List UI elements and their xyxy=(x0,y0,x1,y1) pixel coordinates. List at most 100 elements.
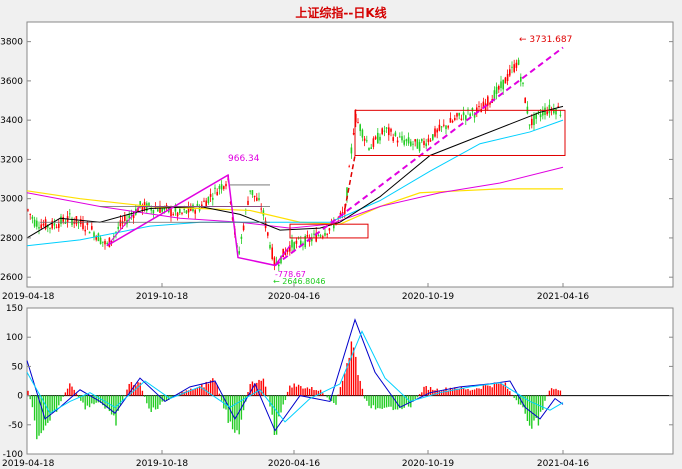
candle-body xyxy=(267,232,269,236)
candle-body xyxy=(174,208,177,212)
candle-body xyxy=(511,66,513,68)
candle-body xyxy=(60,216,62,224)
candle-body xyxy=(414,139,416,142)
candle-body xyxy=(29,213,31,215)
y-tick-label: -50 xyxy=(8,421,23,431)
candle-body xyxy=(350,147,353,154)
candle-body xyxy=(427,138,430,143)
chart-canvas: ← 3731.687966.34-778.67← 2646.8046 26002… xyxy=(0,21,674,469)
candle-body xyxy=(62,216,64,222)
candle-body xyxy=(249,190,251,192)
candle-body xyxy=(363,138,366,141)
candle-body xyxy=(324,232,326,236)
candle-body xyxy=(119,220,122,227)
candle-body xyxy=(212,197,214,200)
candle-body xyxy=(359,124,361,132)
candle-body xyxy=(207,196,210,203)
candle-body xyxy=(49,227,51,229)
candle-body xyxy=(502,79,504,90)
candle-body xyxy=(260,208,262,210)
candle-body xyxy=(531,118,533,126)
candle-body xyxy=(425,143,427,147)
candle-body xyxy=(291,239,293,248)
kline-panel xyxy=(26,21,674,288)
candle-body xyxy=(214,187,216,189)
candle-body xyxy=(443,124,445,126)
candle-body xyxy=(258,198,260,201)
candle-body xyxy=(152,209,155,214)
candle-body xyxy=(251,190,254,195)
candle-body xyxy=(372,138,375,147)
candle-body xyxy=(454,117,456,121)
candle-body xyxy=(242,225,245,231)
candle-body xyxy=(361,129,364,138)
x-tick-label: 2019-10-18 xyxy=(136,292,189,302)
candle-body xyxy=(256,197,258,201)
candle-body xyxy=(447,126,449,128)
candle-body xyxy=(185,210,188,214)
candle-body xyxy=(58,223,60,229)
candle-body xyxy=(165,205,168,207)
candle-body xyxy=(209,194,212,197)
candle-body xyxy=(436,129,438,133)
candle-body xyxy=(225,183,227,187)
candle-body xyxy=(179,208,181,214)
candle-body xyxy=(295,240,298,244)
candle-body xyxy=(379,136,381,141)
candle-body xyxy=(328,228,331,231)
candle-body xyxy=(306,234,309,237)
candle-body xyxy=(344,208,346,214)
candle-body xyxy=(84,229,86,232)
candle-body xyxy=(352,133,355,135)
candle-body xyxy=(53,223,56,226)
candle-body xyxy=(396,140,399,143)
candle-body xyxy=(478,106,480,108)
candle-body xyxy=(522,82,524,84)
candle-body xyxy=(203,200,205,202)
candle-body xyxy=(462,112,465,116)
candle-body xyxy=(368,147,370,150)
candle-body xyxy=(405,139,408,142)
candle-body xyxy=(539,114,542,118)
candle-body xyxy=(469,113,471,117)
y-tick-label: 3600 xyxy=(0,77,23,87)
candle-body xyxy=(548,104,551,114)
candle-body xyxy=(348,166,350,168)
x-tick-label: 2021-04-16 xyxy=(537,459,590,469)
x-tick-label: 2020-10-19 xyxy=(402,459,455,469)
candle-body xyxy=(451,120,454,123)
low-annotation: ← 2646.8046 xyxy=(273,277,326,286)
candle-body xyxy=(438,124,441,131)
candle-body xyxy=(401,136,403,141)
candle-body xyxy=(33,219,36,227)
candle-body xyxy=(559,114,562,116)
candle-body xyxy=(553,108,555,114)
candle-body xyxy=(504,77,507,84)
candle-body xyxy=(418,142,421,152)
candle-body xyxy=(97,233,100,242)
candle-body xyxy=(157,209,159,212)
candle-body xyxy=(555,108,557,115)
candle-body xyxy=(449,118,452,123)
x-tick-label: 2019-04-18 xyxy=(2,459,55,469)
candle-body xyxy=(390,128,392,132)
y-tick-label: 3200 xyxy=(0,155,23,165)
candle-body xyxy=(102,241,104,243)
y-tick-label: 50 xyxy=(12,362,24,372)
candle-body xyxy=(319,235,322,237)
candle-body xyxy=(91,226,93,230)
candle-body xyxy=(196,203,199,207)
candle-body xyxy=(104,240,106,245)
x-tick-label: 2020-04-16 xyxy=(268,292,321,302)
candle-body xyxy=(498,85,500,90)
candle-body xyxy=(205,200,207,207)
candle-body xyxy=(317,235,320,237)
candle-body xyxy=(88,231,91,234)
candle-body xyxy=(506,73,509,82)
candle-body xyxy=(374,136,377,140)
candle-body xyxy=(176,212,179,217)
y-tick-label: 100 xyxy=(6,333,23,343)
candle-body xyxy=(500,81,502,89)
candle-body xyxy=(27,209,29,211)
candle-body xyxy=(407,137,410,144)
